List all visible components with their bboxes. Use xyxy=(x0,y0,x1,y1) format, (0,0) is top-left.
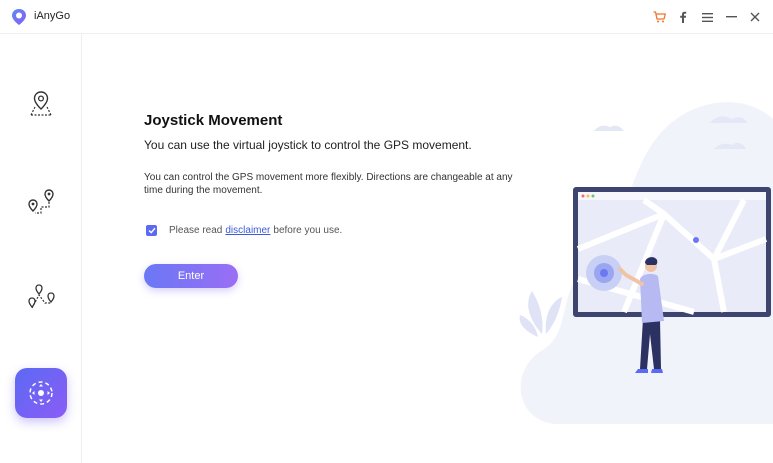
main-panel: Joystick Movement You can use the virtua… xyxy=(82,34,773,463)
joystick-icon xyxy=(29,381,53,405)
enter-button[interactable]: Enter xyxy=(144,264,238,288)
cloud xyxy=(594,125,624,131)
checkmark-icon xyxy=(148,227,156,234)
page-subtitle: You can use the virtual joystick to cont… xyxy=(144,138,472,152)
page-title: Joystick Movement xyxy=(144,112,283,129)
sidebar-item-teleport[interactable] xyxy=(21,84,61,124)
app-title: iAnyGo xyxy=(34,10,71,22)
menu-button[interactable] xyxy=(695,8,719,26)
mode-description: You can control the GPS movement more fl… xyxy=(144,172,513,196)
sidebar-item-joystick[interactable] xyxy=(15,368,67,418)
monitor-illustration xyxy=(573,187,771,317)
minimize-icon xyxy=(725,16,737,18)
title-bar: iAnyGo xyxy=(0,0,773,34)
multi-spot-route-icon xyxy=(28,284,55,309)
minimize-button[interactable] xyxy=(719,8,743,26)
cart-icon xyxy=(653,11,666,23)
facebook-button[interactable] xyxy=(671,8,695,26)
cart-button[interactable] xyxy=(647,8,671,26)
disclaimer-link[interactable]: disclaimer xyxy=(225,225,270,236)
app-logo-icon xyxy=(12,9,26,25)
app-window: iAnyGo Joystick Movement You can use the… xyxy=(0,0,773,463)
close-button[interactable] xyxy=(743,8,767,26)
sidebar-item-two-spot[interactable] xyxy=(21,182,61,222)
mode-sidebar xyxy=(0,34,82,463)
menu-icon xyxy=(701,12,713,22)
two-spot-route-icon xyxy=(28,189,54,214)
close-icon xyxy=(750,12,760,22)
plant-decoration xyxy=(519,291,562,337)
window-controls xyxy=(647,8,767,26)
disclaimer-agreement: Please read disclaimer before you use. xyxy=(146,225,342,236)
joystick-illustration xyxy=(519,102,773,424)
agree-checkbox[interactable] xyxy=(146,225,157,236)
sidebar-item-multi-spot[interactable] xyxy=(21,278,61,318)
agreement-prefix: Please read xyxy=(169,225,223,236)
agreement-suffix: before you use. xyxy=(273,225,343,236)
facebook-icon xyxy=(680,11,687,23)
teleport-pin-icon xyxy=(30,91,52,116)
